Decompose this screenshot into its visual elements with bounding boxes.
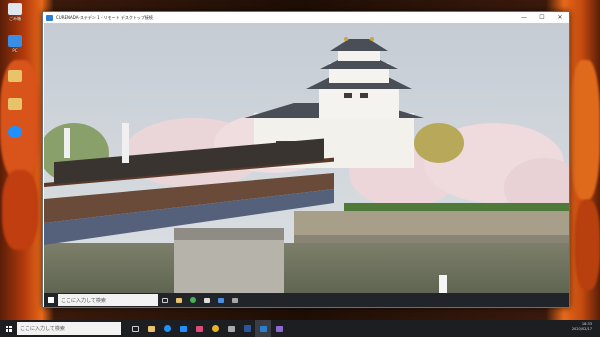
start-button[interactable] — [0, 320, 17, 337]
task-view-icon[interactable] — [158, 293, 172, 307]
clock-date: 2020/02/17 — [571, 327, 592, 331]
store-icon[interactable] — [200, 293, 214, 307]
photos-icon[interactable] — [228, 293, 242, 307]
minimize-button[interactable]: — — [515, 12, 533, 23]
edge-desktop-icon[interactable] — [4, 126, 26, 139]
system-clock[interactable]: 18:33 2020/02/17 — [572, 322, 592, 332]
pc-desktop-icon[interactable]: PC — [4, 35, 26, 53]
close-button[interactable]: ✕ — [551, 12, 569, 23]
mail-icon[interactable] — [191, 320, 207, 337]
computer-icon — [8, 35, 22, 47]
folder-desktop-icon[interactable] — [4, 98, 26, 111]
folder-icon — [8, 98, 22, 110]
start-button[interactable] — [44, 293, 58, 307]
edge-icon[interactable] — [159, 320, 175, 337]
windows-icon — [5, 325, 12, 332]
photos-icon[interactable] — [223, 320, 239, 337]
remote-taskbar: ここに入力して検索 — [44, 293, 569, 307]
window-title: CURENADA-ステデン 1 - リモート デスクトップ接続 — [56, 14, 153, 20]
chrome-icon[interactable] — [207, 320, 223, 337]
file-explorer-icon[interactable] — [172, 293, 186, 307]
desktop-icon-label: PC — [12, 48, 18, 53]
app-icon[interactable] — [271, 320, 287, 337]
remote-screen[interactable]: ここに入力して検索 — [44, 23, 569, 307]
castle-wallpaper-image — [44, 23, 569, 293]
folder-icon — [8, 70, 22, 82]
remote-desktop-icon[interactable] — [255, 320, 271, 337]
windows-icon — [48, 297, 54, 303]
search-placeholder: ここに入力して検索 — [61, 297, 106, 304]
folder-desktop-icon[interactable] — [4, 70, 26, 83]
edge-icon — [8, 126, 22, 138]
word-icon[interactable] — [239, 320, 255, 337]
window-titlebar[interactable]: CURENADA-ステデン 1 - リモート デスクトップ接続 — ☐ ✕ — [43, 12, 569, 23]
remote-desktop-window[interactable]: CURENADA-ステデン 1 - リモート デスクトップ接続 — ☐ ✕ ここ… — [42, 11, 570, 308]
desktop-icon-label: ごみ箱 — [9, 16, 21, 21]
taskbar: ここに入力して検索 18:33 2020/02/17 — [0, 320, 600, 337]
chrome-icon[interactable] — [186, 293, 200, 307]
store-icon[interactable] — [175, 320, 191, 337]
recycle-bin-desktop-icon[interactable]: ごみ箱 — [4, 3, 26, 22]
recycle-bin-icon — [8, 3, 22, 15]
remote-desktop-icon — [46, 14, 53, 21]
search-box[interactable]: ここに入力して検索 — [17, 322, 121, 335]
task-view-icon[interactable] — [127, 320, 143, 337]
file-explorer-icon[interactable] — [143, 320, 159, 337]
maximize-button[interactable]: ☐ — [533, 12, 551, 23]
search-placeholder: ここに入力して検索 — [20, 326, 65, 332]
mail-icon[interactable] — [214, 293, 228, 307]
search-box[interactable]: ここに入力して検索 — [58, 294, 158, 306]
